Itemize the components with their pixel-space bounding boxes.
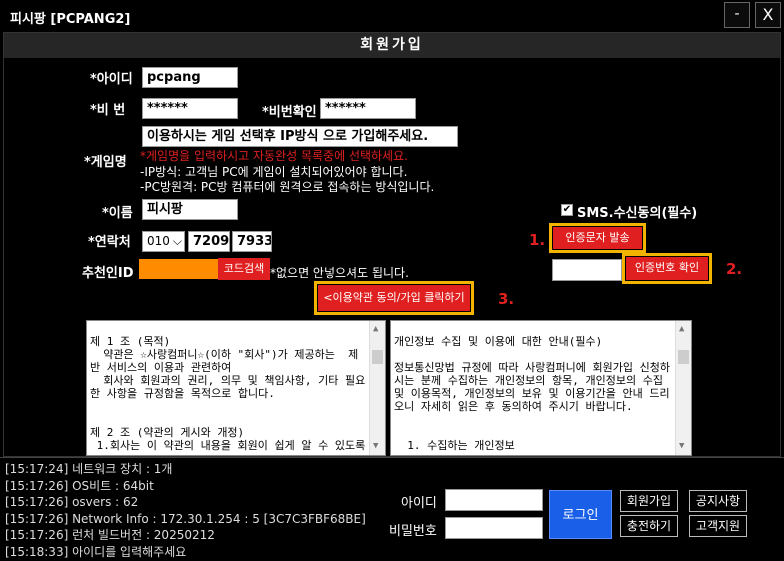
login-password-label: 비밀번호: [389, 524, 437, 539]
terms-scroll-thumb[interactable]: [372, 350, 383, 364]
sms-checkbox[interactable]: ✔: [561, 204, 573, 216]
log-panel: [15:17:24] 네트워크 장치 : 1개 [15:17:26] OS비트 …: [5, 461, 366, 560]
privacy-scrollbar[interactable]: ▲ ▼: [675, 321, 691, 455]
phone-prefix-value: 010: [147, 234, 170, 248]
password-label: *비 번: [90, 103, 126, 118]
phone-middle-input[interactable]: 7209: [188, 231, 230, 252]
terms-text: 제 1 조 (목적) 약관은 ☆사랑컴퍼니☆(이하 "회사")가 제공하는 제반…: [90, 335, 366, 452]
scroll-down-icon[interactable]: ▼: [373, 440, 378, 453]
step-2-label: 2.: [726, 260, 743, 278]
signup-form: 회원가입 *아이디 pcpang *비 번 ****** *비번확인 *****…: [3, 32, 781, 457]
phone-last-input[interactable]: 7933: [232, 231, 272, 252]
notice-button[interactable]: 공지사항: [689, 490, 747, 512]
password-confirm-label: *비번확인: [262, 105, 317, 120]
log-line: [15:18:33] 아이디를 입력해주세요: [5, 544, 187, 559]
verify-code-button[interactable]: 인증번호 확인: [626, 257, 708, 280]
verify-code-input[interactable]: [552, 259, 622, 281]
referrer-note: *없으면 안넣으셔도 됩니다.: [270, 266, 409, 280]
support-button[interactable]: 고객지원: [689, 515, 747, 537]
scroll-up-icon[interactable]: ▲: [373, 323, 378, 336]
log-line: [15:17:26] osvers : 62: [5, 495, 139, 509]
terms-scrollbar[interactable]: ▲ ▼: [369, 321, 385, 455]
login-id-input[interactable]: [445, 489, 543, 511]
login-button[interactable]: 로그인: [549, 490, 612, 539]
name-label: *이름: [102, 206, 133, 221]
referrer-label: 추천인ID: [82, 266, 134, 281]
password-confirm-input[interactable]: ******: [320, 98, 416, 119]
title-bar: 피시팡 [PCPANG2] - X: [0, 0, 784, 32]
step-1-label: 1.: [529, 231, 546, 249]
privacy-text: 개인정보 수집 및 이용에 대한 안내(필수) 정보통신망법 규정에 따라 사랑…: [394, 335, 670, 452]
minimize-button[interactable]: -: [724, 2, 750, 28]
game-input[interactable]: 이용하시는 게임 선택후 IP방식 으로 가입해주세요.: [142, 126, 458, 147]
privacy-textarea[interactable]: 개인정보 수집 및 이용에 대한 안내(필수) 정보통신망법 규정에 따라 사랑…: [390, 320, 692, 456]
name-input[interactable]: 피시팡: [142, 199, 238, 220]
join-button[interactable]: 회원가입: [620, 490, 678, 512]
game-note-remote: -PC방원격: PC방 컴퓨터에 원격으로 접속하는 방식입니다.: [140, 180, 435, 194]
form-header: 회원가입: [4, 33, 780, 58]
game-label: *게임명: [84, 155, 127, 170]
id-label: *아이디: [90, 72, 133, 87]
id-input[interactable]: pcpang: [142, 67, 238, 88]
bottom-panel: [15:17:24] 네트워크 장치 : 1개 [15:17:26] OS비트 …: [0, 457, 784, 561]
log-line: [15:17:26] OS비트 : 64bit: [5, 478, 154, 493]
log-line: [15:17:24] 네트워크 장치 : 1개: [5, 462, 173, 476]
scroll-up-icon[interactable]: ▲: [679, 323, 684, 336]
charge-button[interactable]: 충전하기: [620, 515, 678, 537]
chevron-down-icon: ⌵: [172, 234, 182, 248]
sms-consent-label: SMS.수신동의(필수): [577, 206, 698, 221]
login-password-input[interactable]: [445, 517, 543, 539]
password-input[interactable]: ******: [142, 98, 238, 119]
app-title: 피시팡 [PCPANG2]: [10, 12, 131, 27]
close-button[interactable]: X: [755, 2, 781, 28]
step-3-label: 3.: [498, 290, 515, 308]
login-id-label: 아이디: [401, 496, 437, 511]
send-code-button[interactable]: 인증문자 발송: [553, 227, 642, 249]
code-search-button[interactable]: 코드검색: [218, 258, 270, 280]
terms-textarea[interactable]: 제 1 조 (목적) 약관은 ☆사랑컴퍼니☆(이하 "회사")가 제공하는 제반…: [86, 320, 386, 456]
phone-prefix-select[interactable]: 010 ⌵: [142, 231, 185, 252]
game-note-warning: *게임명을 입력하시고 자동완성 목록중에 선택하세요.: [140, 149, 408, 163]
phone-label: *연락처: [88, 235, 131, 250]
privacy-scroll-thumb[interactable]: [678, 350, 689, 364]
log-line: [15:17:26] Network Info : 172.30.1.254 :…: [5, 511, 366, 526]
log-line: [15:17:26] 런처 빌드버전 : 20250212: [5, 528, 215, 542]
agree-join-button[interactable]: <이용약관 동의/가입 클릭하기: [318, 285, 470, 311]
referrer-input[interactable]: [139, 259, 218, 279]
scroll-down-icon[interactable]: ▼: [679, 440, 684, 453]
